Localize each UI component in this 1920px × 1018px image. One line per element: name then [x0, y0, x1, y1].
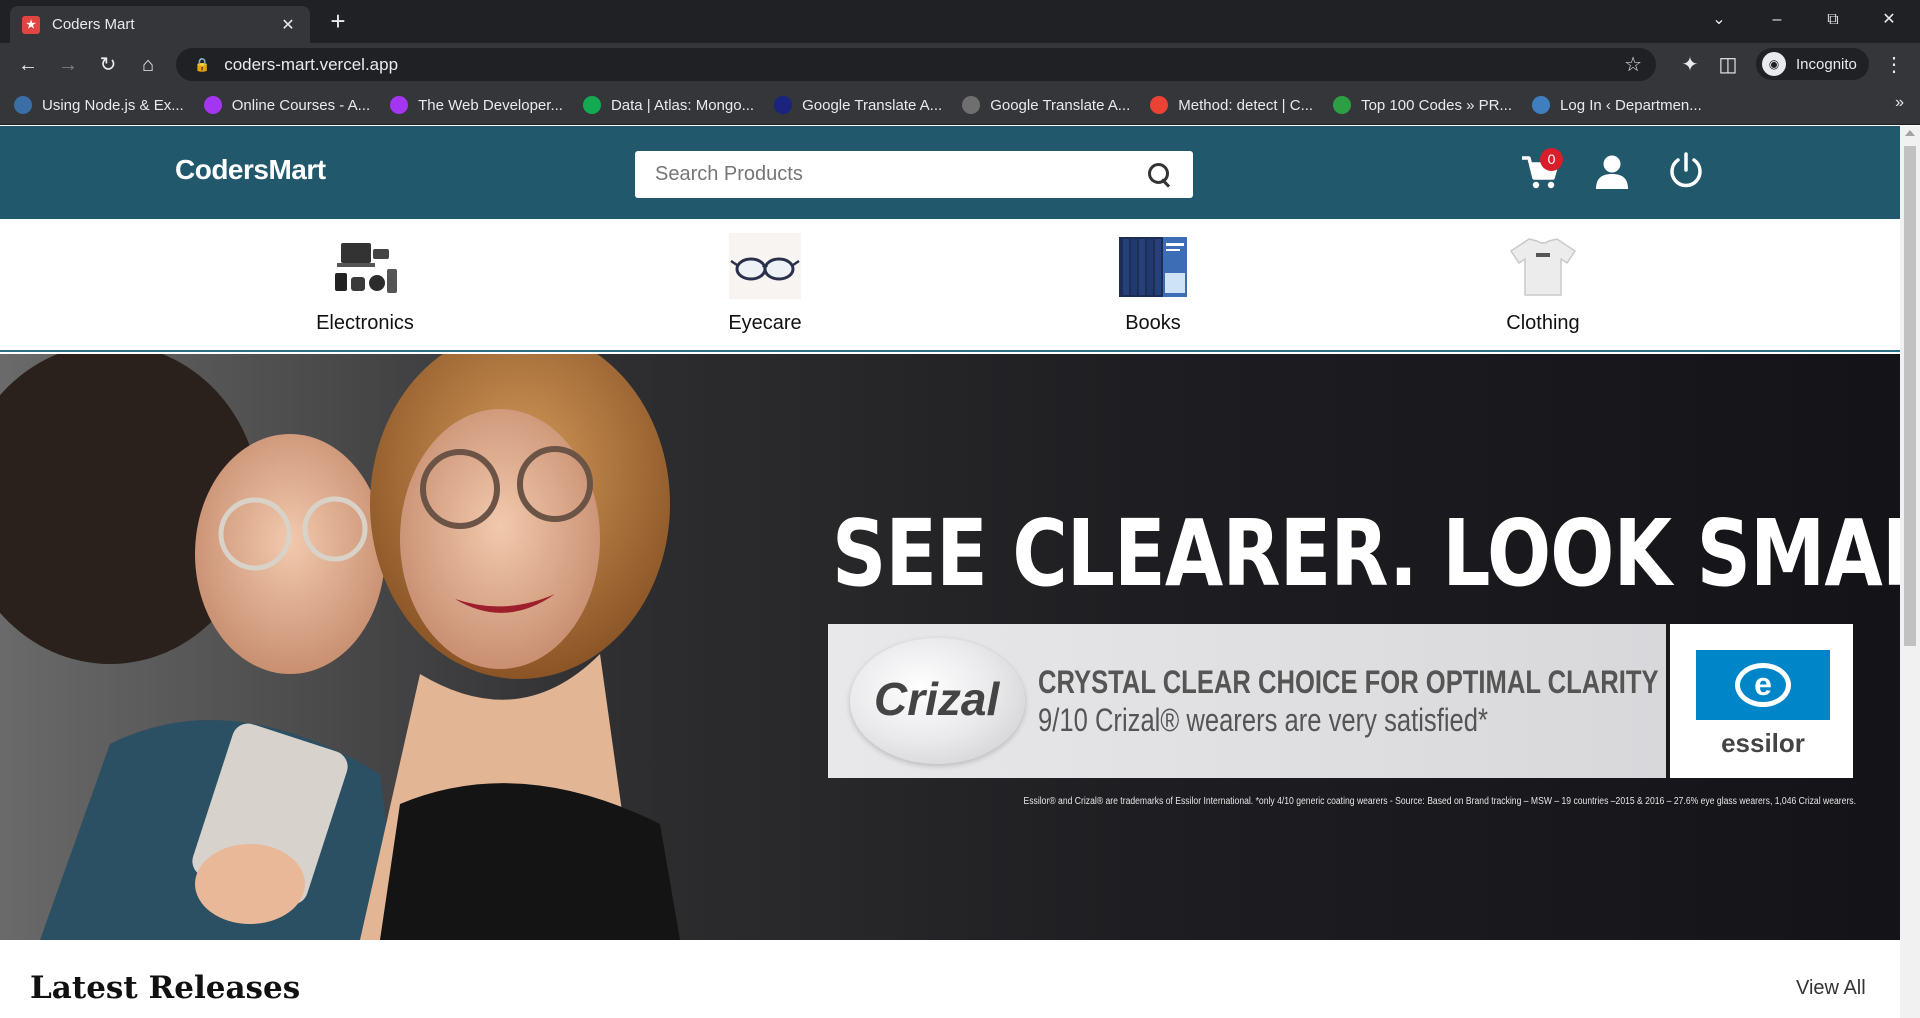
promo-subline: 9/10 Crizal® wearers are very satisfied*	[1038, 702, 1488, 738]
power-icon[interactable]	[1668, 152, 1704, 190]
banner-disclaimer: Essilor® and Crizal® are trademarks of E…	[1023, 796, 1856, 807]
search-input[interactable]	[655, 163, 1147, 186]
bookmarks-bar: Using Node.js & Ex... Online Courses - A.…	[0, 86, 1920, 125]
incognito-icon: ◉	[1762, 52, 1786, 76]
side-panel-icon[interactable]: ◫	[1712, 49, 1744, 81]
bookmark-item[interactable]: Using Node.js & Ex...	[14, 96, 184, 114]
close-tab-icon[interactable]: ✕	[278, 15, 298, 35]
crizal-promo: Crizal CRYSTAL CLEAR CHOICE FOR OPTIMAL …	[828, 624, 1666, 778]
essilor-wordmark: essilor	[1721, 728, 1805, 758]
bookmark-item[interactable]: The Web Developer...	[390, 96, 563, 114]
category-electronics[interactable]: Electronics	[285, 233, 445, 335]
crizal-logo-text: Crizal	[874, 673, 1000, 725]
bookmark-favicon-icon	[203, 96, 222, 114]
new-tab-button[interactable]: +	[322, 6, 354, 38]
bookmark-label: Google Translate A...	[802, 96, 943, 114]
bookmark-favicon-icon	[14, 96, 32, 114]
category-label: Eyecare	[728, 312, 802, 334]
bookmark-favicon-icon	[962, 96, 981, 114]
minimize-button[interactable]: –	[1754, 2, 1800, 38]
bookmark-favicon-icon	[1150, 96, 1169, 114]
home-icon[interactable]: ⌂	[132, 49, 164, 81]
category-label: Clothing	[1506, 312, 1580, 334]
extensions-icon[interactable]: ✦	[1674, 49, 1706, 81]
bookmark-favicon-icon	[1333, 96, 1352, 114]
bookmark-favicon-icon	[582, 96, 601, 114]
bookmark-label: Log In ‹ Departmen...	[1560, 96, 1702, 114]
incognito-label: Incognito	[1796, 55, 1857, 73]
bookmark-label: Data | Atlas: Mongo...	[610, 96, 755, 114]
hero-banner[interactable]: SEE CLEARER. LOOK SMARTER. Crizal CRYSTA…	[0, 354, 1900, 940]
bookmark-favicon-icon	[1532, 96, 1551, 114]
url-text: coders-mart.vercel.app	[224, 54, 399, 74]
browser-tabstrip: ★ Coders Mart ✕ + ⌄ – ⧉ ✕	[0, 0, 1920, 43]
site-header: CodersMart 0	[0, 126, 1900, 219]
bookmark-favicon-icon	[774, 96, 793, 114]
more-bookmarks-icon[interactable]: »	[1895, 94, 1904, 112]
close-window-button[interactable]: ✕	[1866, 2, 1912, 38]
bookmark-item[interactable]: Google Translate A...	[774, 96, 942, 114]
cart-count-badge: 0	[1540, 148, 1563, 171]
browser-toolbar: ← → ↻ ⌂ 🔒 coders-mart.vercel.app ☆ ✦ ◫ ◉…	[0, 43, 1920, 86]
reload-icon[interactable]: ↻	[92, 49, 124, 81]
bookmark-item[interactable]: Google Translate A...	[962, 96, 1130, 114]
promo-tagline: CRYSTAL CLEAR CHOICE FOR OPTIMAL CLARITY	[1038, 664, 1659, 700]
tab-title: Coders Mart	[52, 16, 135, 33]
books-icon	[1119, 237, 1187, 297]
back-arrow-icon[interactable]: ←	[12, 49, 44, 81]
bookmark-favicon-icon	[390, 96, 409, 114]
search-icon[interactable]	[1147, 162, 1173, 188]
category-clothing[interactable]: Clothing	[1463, 233, 1623, 335]
crizal-promo-box: Crizal CRYSTAL CLEAR CHOICE FOR OPTIMAL …	[828, 624, 1853, 778]
lock-icon: 🔒	[194, 56, 211, 72]
site-logo[interactable]: CodersMart	[175, 154, 326, 186]
bookmark-label: Method: detect | C...	[1178, 96, 1314, 114]
bookmark-label: Google Translate A...	[990, 96, 1131, 114]
category-books[interactable]: Books	[1073, 233, 1233, 335]
glasses-icon	[729, 233, 801, 299]
incognito-badge[interactable]: ◉ Incognito	[1756, 48, 1869, 80]
page-viewport: CodersMart 0	[0, 126, 1920, 1018]
bookmark-item[interactable]: Data | Atlas: Mongo...	[582, 96, 755, 114]
forward-arrow-icon[interactable]: →	[52, 49, 84, 81]
page-scrollbar[interactable]	[1900, 126, 1920, 1018]
category-label: Electronics	[316, 312, 414, 334]
browser-tab[interactable]: ★ Coders Mart ✕	[10, 6, 310, 43]
search-box	[635, 151, 1193, 198]
bookmark-item[interactable]: Top 100 Codes » PR...	[1333, 96, 1512, 114]
tshirt-icon	[1509, 238, 1577, 296]
essilor-panel: e essilor	[1670, 624, 1853, 778]
tab-search-icon[interactable]: ⌄	[1696, 2, 1742, 38]
scrollbar-thumb[interactable]	[1904, 146, 1916, 646]
browser-menu-icon[interactable]: ⋮	[1878, 49, 1910, 81]
bookmark-label: The Web Developer...	[418, 96, 563, 114]
bookmark-label: Top 100 Codes » PR...	[1361, 96, 1513, 114]
address-bar[interactable]: 🔒 coders-mart.vercel.app ☆	[176, 48, 1656, 81]
bookmark-label: Online Courses - A...	[231, 96, 371, 114]
bookmark-item[interactable]: Method: detect | C...	[1150, 96, 1313, 114]
bookmark-label: Using Node.js & Ex...	[42, 96, 184, 114]
hero-photo	[0, 354, 800, 940]
electronics-icon	[335, 243, 397, 293]
view-all-link[interactable]: View All	[1796, 977, 1866, 1000]
user-icon[interactable]	[1594, 154, 1630, 190]
site-favicon-icon: ★	[22, 15, 40, 34]
banner-headline: SEE CLEARER. LOOK SMARTER.	[832, 500, 1900, 607]
bookmark-item[interactable]: Online Courses - A...	[203, 96, 371, 114]
category-eyecare[interactable]: Eyecare	[685, 233, 845, 335]
bookmark-item[interactable]: Log In ‹ Departmen...	[1532, 96, 1702, 114]
restore-button[interactable]: ⧉	[1810, 2, 1856, 38]
scroll-up-arrow-icon[interactable]	[1905, 130, 1915, 136]
bookmark-star-icon[interactable]: ☆	[1624, 52, 1642, 77]
category-bar: Electronics Eyecare Books Clothing	[0, 219, 1900, 352]
latest-releases-heading: Latest Releases	[30, 970, 301, 1006]
essilor-logo-icon: e	[1696, 650, 1830, 720]
category-label: Books	[1125, 312, 1181, 334]
